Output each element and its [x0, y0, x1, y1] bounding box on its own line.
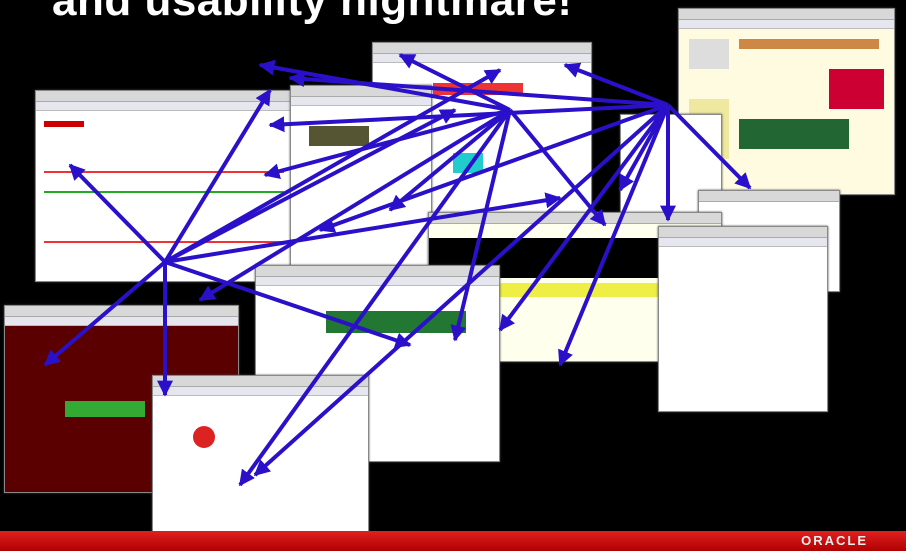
slide-title: and usability nightmare!: [52, 0, 573, 25]
screenshot-page: [152, 375, 369, 542]
screenshot-page: [35, 90, 295, 282]
slide: and usability nightmare! ORACLE: [0, 0, 906, 551]
screenshot-page: [658, 226, 828, 412]
footer-bar: ORACLE: [0, 531, 906, 551]
screenshot-page: [290, 85, 432, 277]
oracle-logo: ORACLE: [801, 533, 868, 548]
